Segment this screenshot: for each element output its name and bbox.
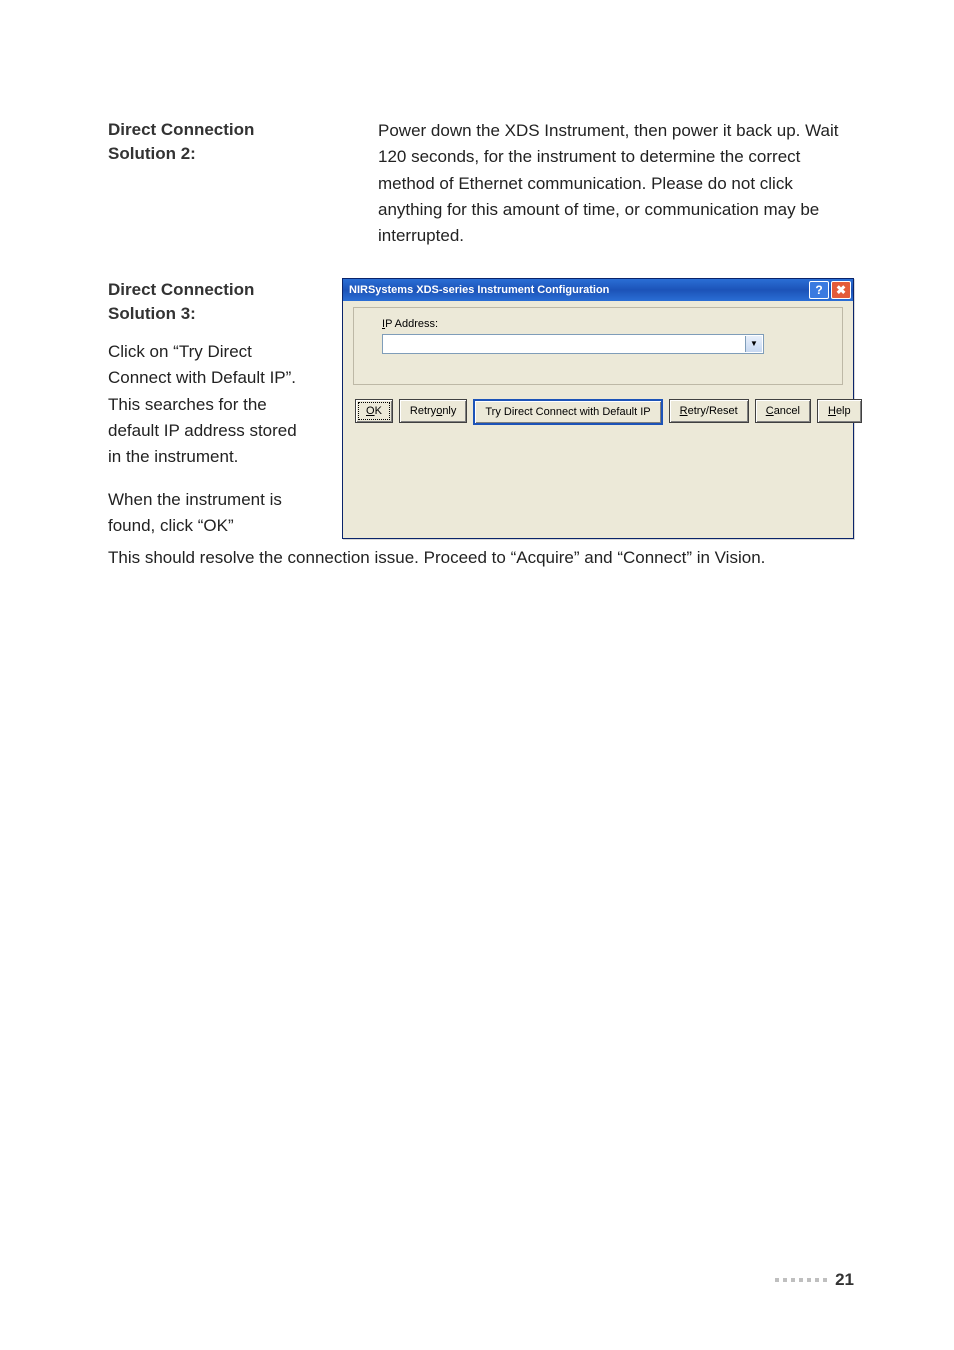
chevron-down-icon[interactable]: ▼ xyxy=(745,336,762,352)
solution-3-body: Click on “Try Direct Connect with Defaul… xyxy=(108,339,314,471)
retry-reset-button[interactable]: Retry/Reset xyxy=(669,399,749,423)
document-page: Direct Connection Solution 2: Power down… xyxy=(0,0,954,1350)
dialog-titlebar[interactable]: NIRSystems XDS-series Instrument Configu… xyxy=(343,279,853,301)
footer-dots-icon xyxy=(775,1278,827,1282)
ip-address-combobox[interactable]: ▼ xyxy=(382,334,764,354)
dialog-body: IP Address: ▼ OK Retry only Try D xyxy=(343,301,853,437)
solution-3-heading: Direct Connection Solution 3: xyxy=(108,278,314,327)
ip-fieldset: IP Address: ▼ xyxy=(353,307,843,385)
page-footer: 21 xyxy=(775,1270,854,1290)
dialog-button-row: OK Retry only Try Direct Connect with De… xyxy=(353,399,843,425)
solution-2-heading: Direct Connection Solution 2: xyxy=(108,118,308,250)
cancel-button[interactable]: Cancel xyxy=(755,399,811,423)
closing-paragraph: This should resolve the connection issue… xyxy=(108,545,854,571)
config-dialog: NIRSystems XDS-series Instrument Configu… xyxy=(342,278,854,540)
try-direct-connect-button[interactable]: Try Direct Connect with Default IP xyxy=(473,399,662,425)
solution-3-body-2: When the instrument is found, click “OK” xyxy=(108,487,314,540)
ip-address-label: IP Address: xyxy=(382,318,828,330)
titlebar-help-button[interactable]: ? xyxy=(809,281,829,299)
solution-3-block: Direct Connection Solution 3: Click on “… xyxy=(108,278,854,540)
dialog-title: NIRSystems XDS-series Instrument Configu… xyxy=(349,284,807,296)
solution-2-block: Direct Connection Solution 2: Power down… xyxy=(108,118,854,250)
close-icon: ✖ xyxy=(836,283,846,297)
solution-2-body: Power down the XDS Instrument, then powe… xyxy=(378,118,854,250)
help-icon: ? xyxy=(815,283,822,297)
page-number: 21 xyxy=(835,1270,854,1290)
retry-only-button[interactable]: Retry only xyxy=(399,399,467,423)
help-button[interactable]: Help xyxy=(817,399,862,423)
ok-button[interactable]: OK xyxy=(355,399,393,423)
solution-3-text-column: Direct Connection Solution 3: Click on “… xyxy=(108,278,314,540)
titlebar-close-button[interactable]: ✖ xyxy=(831,281,851,299)
